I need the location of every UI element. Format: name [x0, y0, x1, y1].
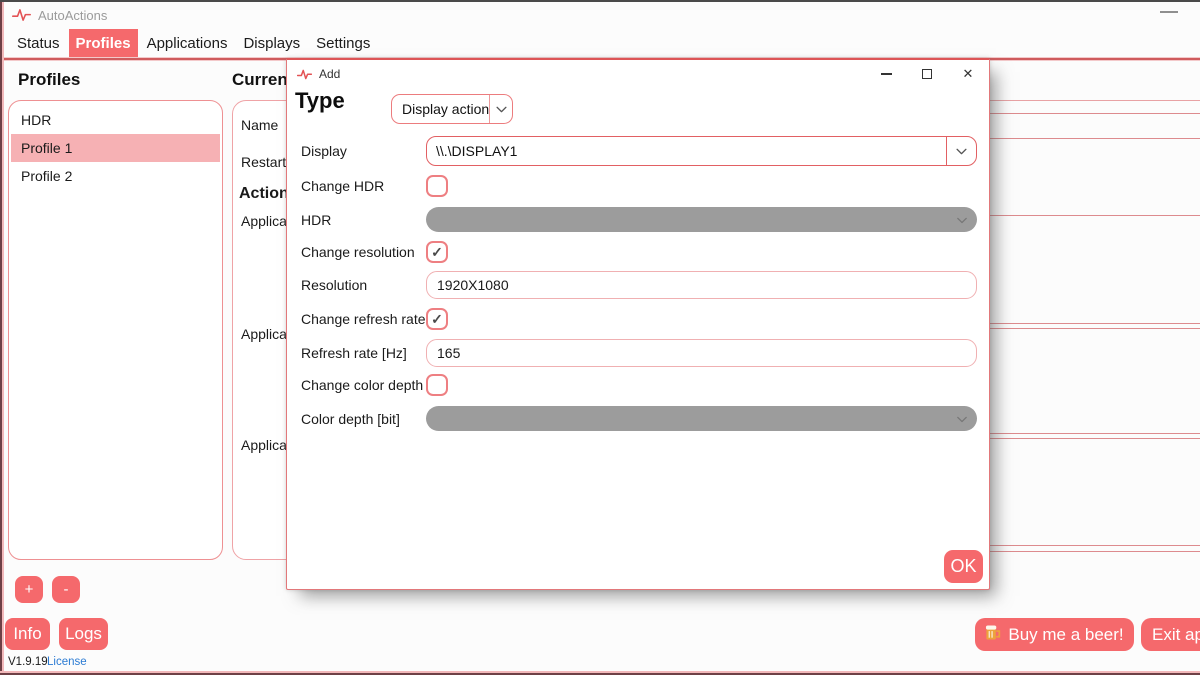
change-resolution-checkbox[interactable]: ✓ [426, 241, 448, 263]
field-edge-line [986, 438, 1200, 439]
dialog-maximize-icon[interactable] [920, 67, 934, 81]
profile-item-profile2[interactable]: Profile 2 [11, 162, 220, 190]
profile-item-profile1[interactable]: Profile 1 [11, 134, 220, 162]
change-hdr-checkbox[interactable] [426, 175, 448, 197]
chevron-down-icon [490, 106, 512, 113]
hdr-label: HDR [301, 212, 426, 228]
action-type-select[interactable]: Display action [391, 94, 513, 124]
window-minimize-icon[interactable] [1160, 11, 1178, 13]
check-icon: ✓ [431, 312, 443, 326]
version-label: V1.9.19 [8, 656, 48, 668]
field-edge-line [986, 433, 1200, 434]
buy-me-a-beer-button[interactable]: Buy me a beer! [975, 618, 1134, 651]
tab-displays[interactable]: Displays [236, 29, 307, 57]
tab-settings[interactable]: Settings [309, 29, 377, 57]
ok-button[interactable]: OK [944, 550, 983, 583]
check-icon: ✓ [431, 245, 443, 259]
action-type-value: Display action [392, 101, 489, 117]
dialog-logo-pulse-icon [297, 69, 312, 80]
field-edge-line [986, 138, 1200, 139]
dialog-close-icon[interactable]: ✕ [961, 67, 975, 81]
change-refresh-rate-checkbox[interactable]: ✓ [426, 308, 448, 330]
app-window: AutoActions Status Profiles Applications… [0, 0, 1200, 675]
restart-label: Restart [241, 154, 286, 170]
name-label: Name [241, 117, 278, 133]
display-select[interactable]: \\.\DISPLAY1 [426, 136, 977, 166]
hdr-select-disabled [426, 207, 977, 232]
chevron-down-icon [957, 410, 967, 428]
change-color-depth-checkbox[interactable] [426, 374, 448, 396]
display-value: \\.\DISPLAY1 [427, 143, 946, 159]
add-dialog: Add ✕ Type Display action Display \\.\DI… [286, 58, 990, 590]
logs-button[interactable]: Logs [59, 618, 108, 650]
dialog-window-controls: ✕ [879, 64, 975, 84]
field-edge-line [986, 215, 1200, 216]
tab-profiles[interactable]: Profiles [69, 29, 138, 57]
tab-applications[interactable]: Applications [140, 29, 235, 57]
change-color-depth-label: Change color depth [301, 377, 426, 393]
change-resolution-label: Change resolution [301, 244, 426, 260]
field-edge-line [986, 545, 1200, 546]
remove-profile-button[interactable]: - [52, 576, 80, 603]
field-edge-line [986, 323, 1200, 324]
tab-status[interactable]: Status [10, 29, 67, 57]
resolution-label: Resolution [301, 277, 426, 293]
app-logo-pulse-icon [12, 8, 31, 22]
change-refresh-rate-label: Change refresh rate [301, 311, 426, 327]
window-border-bottom [0, 671, 1200, 675]
profile-item-hdr[interactable]: HDR [11, 106, 220, 134]
type-label: Type [295, 88, 345, 114]
window-title: AutoActions [38, 8, 107, 23]
window-border-left [0, 2, 4, 675]
refresh-rate-label: Refresh rate [Hz] [301, 345, 426, 361]
color-depth-select-disabled [426, 406, 977, 431]
titlebar: AutoActions [4, 2, 1200, 28]
current-profile-heading: Current [232, 70, 293, 90]
info-button[interactable]: Info [5, 618, 50, 650]
field-edge-line [986, 551, 1200, 552]
beer-button-label: Buy me a beer! [1008, 625, 1123, 645]
dialog-title: Add [319, 67, 340, 81]
exit-app-button[interactable]: Exit application [1141, 618, 1200, 651]
license-link[interactable]: License [47, 656, 87, 668]
color-depth-label: Color depth [bit] [301, 411, 426, 427]
field-edge-line [986, 113, 1200, 114]
beer-icon [985, 624, 1001, 646]
display-label: Display [301, 143, 426, 159]
profiles-heading: Profiles [18, 70, 80, 90]
chevron-down-icon [947, 148, 976, 155]
field-edge-line [986, 328, 1200, 329]
dialog-minimize-icon[interactable] [879, 67, 893, 81]
profiles-list: HDR Profile 1 Profile 2 [8, 100, 223, 560]
chevron-down-icon [957, 211, 967, 229]
change-hdr-label: Change HDR [301, 178, 426, 194]
tab-bar: Status Profiles Applications Displays Se… [4, 29, 1200, 57]
field-edge-line [986, 100, 1200, 101]
refresh-rate-input[interactable] [426, 339, 977, 367]
add-profile-button[interactable]: + [15, 576, 43, 603]
resolution-input[interactable] [426, 271, 977, 299]
